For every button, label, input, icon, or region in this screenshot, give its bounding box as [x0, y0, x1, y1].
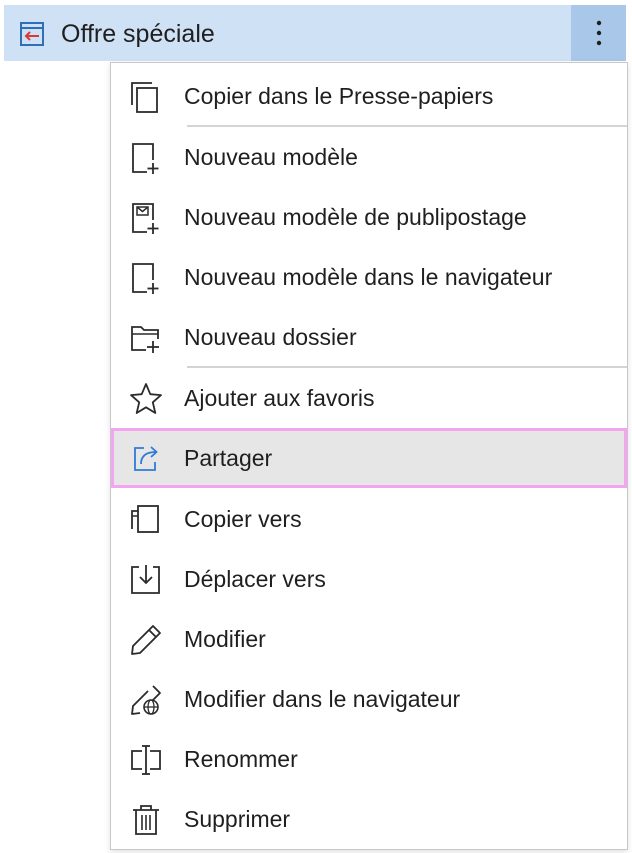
menu-item-label: Copier vers	[184, 506, 302, 532]
menu-item-new-template-browser[interactable]: Nouveau modèle dans le navigateur	[111, 248, 627, 306]
context-menu: Copier dans le Presse-papiers Nouveau mo…	[110, 62, 628, 850]
menu-item-delete[interactable]: Supprimer	[111, 790, 627, 848]
menu-item-label: Ajouter aux favoris	[184, 385, 375, 411]
more-vertical-icon	[596, 20, 602, 46]
menu-item-label: Nouveau dossier	[184, 324, 357, 350]
menu-item-label: Déplacer vers	[184, 566, 326, 592]
menu-item-copy-to[interactable]: Copier vers	[111, 490, 627, 548]
menu-item-label: Modifier dans le navigateur	[184, 686, 461, 712]
pencil-icon	[129, 623, 163, 657]
copy-to-icon	[129, 503, 163, 537]
pencil-globe-icon	[129, 683, 163, 717]
menu-item-label: Renommer	[184, 746, 298, 772]
menu-item-rename[interactable]: Renommer	[111, 730, 627, 788]
trash-icon	[129, 803, 163, 837]
copy-icon	[129, 80, 163, 114]
item-title: Offre spéciale	[61, 20, 215, 48]
menu-item-new-mail-merge-template[interactable]: Nouveau modèle de publipostage	[111, 188, 627, 246]
rename-icon	[129, 743, 163, 777]
menu-item-label: Modifier	[184, 626, 266, 652]
menu-item-label: Nouveau modèle dans le navigateur	[184, 264, 553, 290]
menu-item-new-template[interactable]: Nouveau modèle	[111, 128, 627, 186]
form-return-icon	[19, 21, 45, 47]
share-icon	[129, 442, 163, 476]
menu-item-edit-browser[interactable]: Modifier dans le navigateur	[111, 670, 627, 728]
star-icon	[129, 382, 163, 416]
menu-item-label: Partager	[184, 445, 273, 471]
menu-item-label: Supprimer	[184, 806, 291, 832]
menu-item-add-favorites[interactable]: Ajouter aux favoris	[111, 369, 627, 427]
new-folder-icon	[129, 321, 163, 355]
menu-item-edit[interactable]: Modifier	[111, 610, 627, 668]
new-template-browser-icon	[129, 261, 163, 295]
menu-item-new-folder[interactable]: Nouveau dossier	[111, 308, 627, 366]
new-mail-merge-template-icon	[129, 201, 163, 235]
menu-item-move-to[interactable]: Déplacer vers	[111, 550, 627, 608]
menu-item-label: Nouveau modèle	[184, 144, 358, 170]
menu-item-copy-clipboard[interactable]: Copier dans le Presse-papiers	[111, 67, 627, 125]
move-to-icon	[129, 563, 163, 597]
menu-divider	[187, 366, 627, 368]
menu-divider	[187, 125, 627, 127]
new-template-icon	[129, 141, 163, 175]
menu-item-label: Nouveau modèle de publipostage	[184, 204, 527, 230]
menu-item-label: Copier dans le Presse-papiers	[184, 83, 494, 109]
more-options-button[interactable]	[571, 5, 626, 61]
menu-item-share[interactable]: Partager	[111, 428, 627, 488]
header-bar: Offre spéciale	[4, 5, 626, 61]
